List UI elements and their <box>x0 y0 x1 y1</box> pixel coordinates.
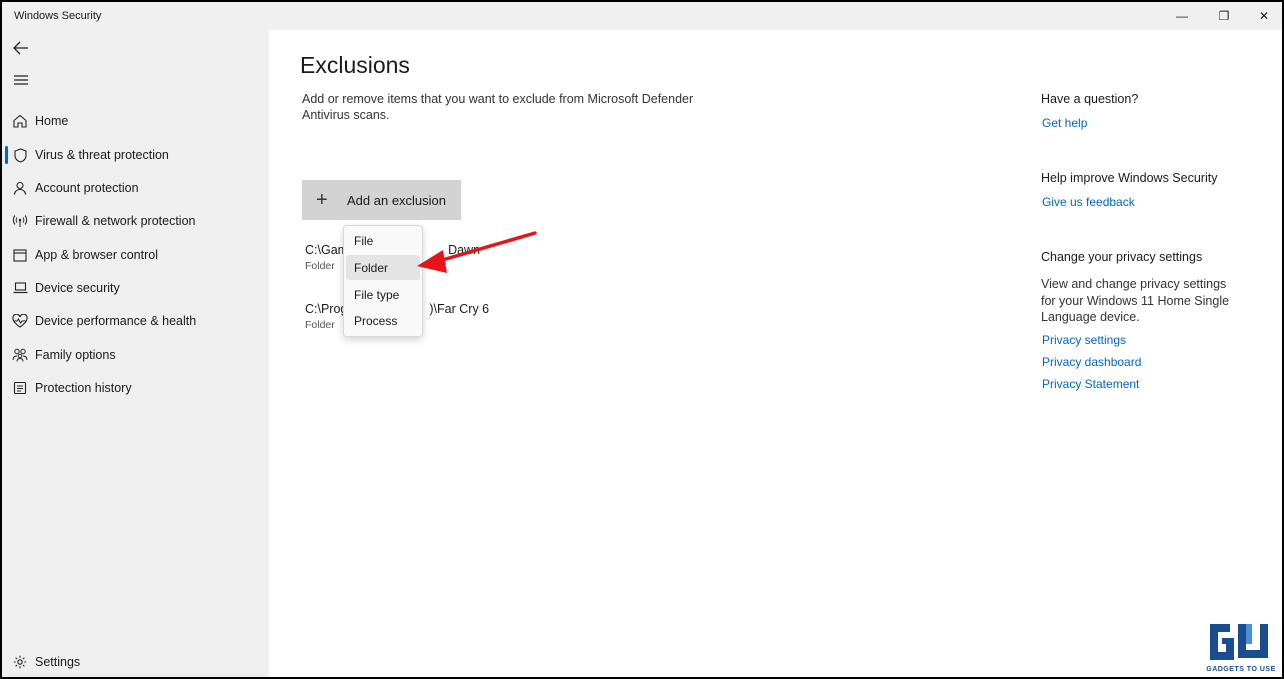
sidebar-item-firewall-network-protection[interactable]: Firewall & network protection <box>2 206 269 236</box>
sidebar-item-label: Firewall & network protection <box>35 214 196 228</box>
sidebar-item-settings[interactable]: Settings <box>2 647 269 677</box>
family-icon <box>12 347 28 363</box>
heart-pulse-icon <box>12 313 28 329</box>
page-title: Exclusions <box>300 52 410 78</box>
privacy-heading: Change your privacy settings <box>1041 250 1203 264</box>
sidebar-item-family-options[interactable]: Family options <box>2 340 269 370</box>
title-bar: Windows Security — ❐ ✕ <box>2 2 1282 30</box>
person-icon <box>12 180 28 196</box>
sidebar-item-account-protection[interactable]: Account protection <box>2 173 269 203</box>
privacy-dashboard-link[interactable]: Privacy dashboard <box>1042 355 1141 369</box>
gadgets-to-use-watermark: GADGETS TO USE <box>1202 620 1280 677</box>
dropdown-option-process[interactable]: Process <box>346 308 420 333</box>
close-icon: ✕ <box>1258 9 1270 23</box>
shield-icon <box>12 147 28 163</box>
sidebar-item-device-security[interactable]: Device security <box>2 273 269 303</box>
sidebar-item-app-browser-control[interactable]: App & browser control <box>2 240 269 270</box>
restore-icon: ❐ <box>1218 9 1230 23</box>
sidebar-item-label: Device performance & health <box>35 314 197 328</box>
plus-icon: + <box>316 189 328 211</box>
wifi-antenna-icon <box>12 213 28 229</box>
sidebar-item-label: App & browser control <box>35 248 158 262</box>
hamburger-menu-button[interactable] <box>10 70 32 90</box>
windows-security-window: Windows Security — ❐ ✕ Home Virus & thre… <box>2 2 1282 677</box>
dropdown-option-file-type[interactable]: File type <box>346 282 420 307</box>
sidebar-item-virus-threat-protection[interactable]: Virus & threat protection <box>2 140 269 170</box>
dropdown-option-file[interactable]: File <box>346 228 420 253</box>
add-exclusion-button[interactable]: + Add an exclusion <box>302 180 461 220</box>
back-arrow-icon <box>13 41 28 55</box>
sidebar-item-label: Family options <box>35 348 116 362</box>
sidebar-item-home[interactable]: Home <box>2 106 269 136</box>
close-button[interactable]: ✕ <box>1244 2 1282 30</box>
improve-heading: Help improve Windows Security <box>1041 171 1218 185</box>
privacy-statement-link[interactable]: Privacy Statement <box>1042 377 1139 391</box>
laptop-icon <box>12 280 28 296</box>
sidebar-item-label: Account protection <box>35 181 139 195</box>
give-feedback-link[interactable]: Give us feedback <box>1042 195 1135 209</box>
sidebar-item-label: Device security <box>35 281 120 295</box>
privacy-description: View and change privacy settings for you… <box>1041 277 1230 324</box>
sidebar-item-protection-history[interactable]: Protection history <box>2 373 269 403</box>
get-help-link[interactable]: Get help <box>1042 116 1087 130</box>
hamburger-icon <box>14 75 28 85</box>
sidebar: Home Virus & threat protection Account p… <box>2 30 269 677</box>
dropdown-option-folder[interactable]: Folder <box>346 255 420 280</box>
window-title: Windows Security <box>14 10 102 22</box>
gadgets-to-use-logo-icon <box>1206 620 1276 664</box>
sidebar-item-label: Settings <box>35 655 81 669</box>
add-exclusion-label: Add an exclusion <box>347 193 447 208</box>
privacy-settings-link[interactable]: Privacy settings <box>1042 333 1126 347</box>
sidebar-item-label: Home <box>35 114 69 128</box>
sidebar-item-label: Protection history <box>35 381 132 395</box>
history-icon <box>12 380 28 396</box>
minimize-icon: — <box>1176 9 1188 23</box>
exclusion-type-dropdown: File Folder File type Process <box>343 225 423 337</box>
app-window-icon <box>12 247 28 263</box>
gear-icon <box>12 654 28 670</box>
watermark-text: GADGETS TO USE <box>1206 666 1276 673</box>
sidebar-item-label: Virus & threat protection <box>35 148 169 162</box>
maximize-button[interactable]: ❐ <box>1204 2 1244 30</box>
sidebar-item-device-performance-health[interactable]: Device performance & health <box>2 306 269 336</box>
home-icon <box>12 113 28 129</box>
page-description: Add or remove items that you want to exc… <box>302 92 694 122</box>
back-button[interactable] <box>10 38 32 58</box>
question-heading: Have a question? <box>1041 92 1139 106</box>
main-content: Exclusions Add or remove items that you … <box>269 30 1009 677</box>
active-indicator <box>5 146 8 164</box>
minimize-button[interactable]: — <box>1162 2 1202 30</box>
